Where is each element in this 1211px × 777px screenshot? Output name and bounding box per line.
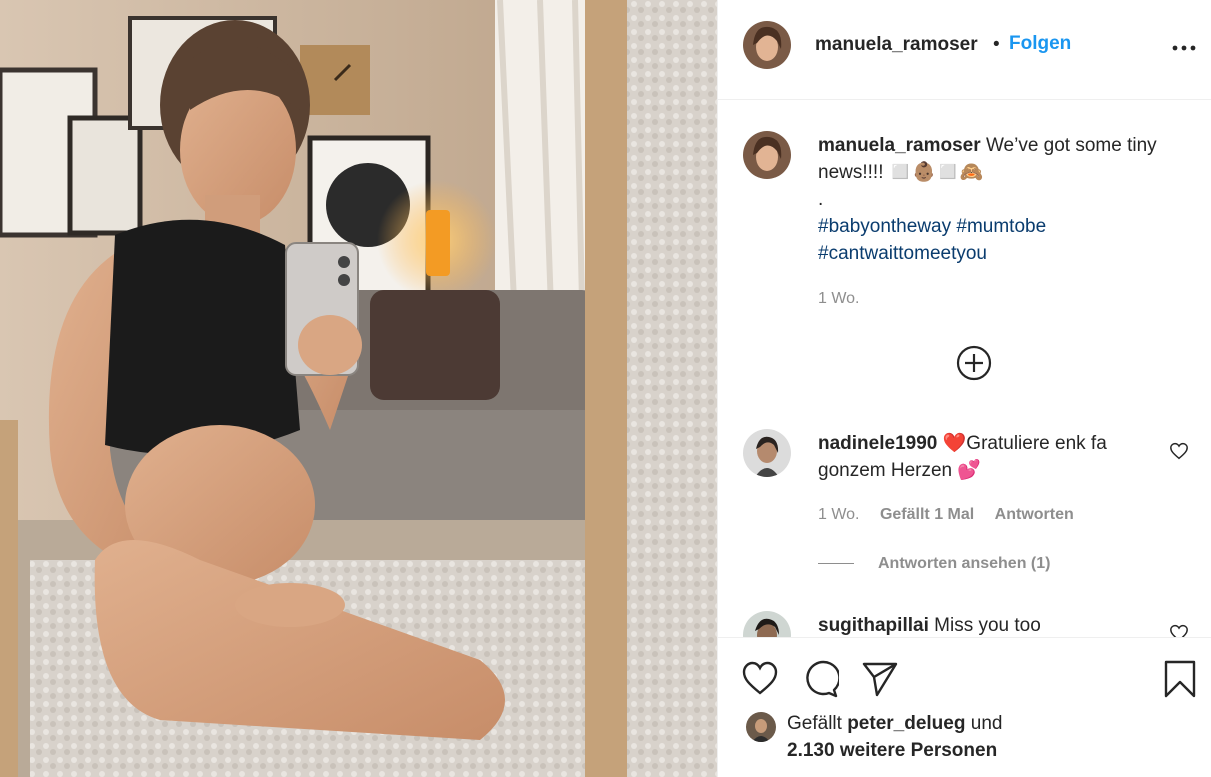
likes-and: und xyxy=(970,713,1003,734)
liker-username[interactable]: peter_delueg xyxy=(847,713,965,734)
view-replies-button[interactable]: Antworten ansehen (1) xyxy=(818,555,1050,573)
comment-icon[interactable] xyxy=(801,660,839,698)
post-header: manuela_ramoser • Folgen xyxy=(718,0,1211,100)
caption-username[interactable]: manuela_ramoser xyxy=(818,135,981,156)
post-photo[interactable] xyxy=(0,0,717,777)
caption-time[interactable]: 1 Wo. xyxy=(818,290,860,308)
follow-button[interactable]: Folgen xyxy=(1009,33,1071,55)
view-replies-label: Antworten ansehen (1) xyxy=(878,555,1051,572)
author-avatar[interactable] xyxy=(743,21,791,69)
red-heart-emoji: ❤️ xyxy=(942,433,967,454)
comments-list[interactable]: manuela_ramoser We’ve got some tiny news… xyxy=(718,100,1211,637)
post-modal: manuela_ramoser • Folgen manuela_ramoser… xyxy=(0,0,1211,777)
hashtag-link[interactable]: #mumtobe xyxy=(956,216,1046,237)
pink-hearts-emoji: 💕 xyxy=(957,460,982,481)
post-sidebar: manuela_ramoser • Folgen manuela_ramoser… xyxy=(717,0,1211,777)
more-horizontal-icon[interactable] xyxy=(1172,44,1196,52)
replies-divider xyxy=(818,563,854,565)
hashtag-link[interactable]: #babyontheway xyxy=(818,216,951,237)
comment-likes[interactable]: Gefällt 1 Mal xyxy=(880,506,974,523)
post-actions: Gefällt peter_delueg und 2.130 weitere P… xyxy=(718,637,1211,777)
caption-dot: . xyxy=(818,189,824,210)
comment-text-block: nadinele1990 ❤️Gratuliere enk fa gonzem … xyxy=(818,430,1178,484)
comment-like-icon[interactable] xyxy=(1169,624,1189,637)
comment-like-icon[interactable] xyxy=(1169,442,1189,460)
comment-meta: 1 Wo. Gefällt 1 Mal Antworten xyxy=(818,506,1090,524)
comment-time[interactable]: 1 Wo. xyxy=(818,506,860,523)
likes-summary: Gefällt peter_delueg und 2.130 weitere P… xyxy=(787,710,1002,764)
commenter-avatar[interactable] xyxy=(743,429,791,477)
caption-avatar[interactable] xyxy=(743,131,791,179)
comment-text-block: sugithapillai Miss you too xyxy=(818,612,1178,637)
comment-text: Miss you too xyxy=(934,615,1041,636)
photo-illustration xyxy=(0,0,717,777)
bookmark-icon[interactable] xyxy=(1161,660,1199,698)
commenter-username[interactable]: sugithapillai xyxy=(818,615,929,636)
plus-circle-icon[interactable] xyxy=(956,345,992,381)
likes-count-link[interactable]: 2.130 weitere Personen xyxy=(787,740,997,761)
commenter-username[interactable]: nadinele1990 xyxy=(818,433,937,454)
liker-avatar[interactable] xyxy=(746,712,776,742)
header-separator: • xyxy=(993,34,1000,55)
reply-button[interactable]: Antworten xyxy=(995,506,1074,523)
commenter-avatar[interactable] xyxy=(743,611,791,637)
caption-text-block: manuela_ramoser We’ve got some tiny news… xyxy=(818,132,1178,267)
likes-prefix: Gefällt xyxy=(787,713,842,734)
paper-plane-icon[interactable] xyxy=(861,660,899,698)
author-username[interactable]: manuela_ramoser xyxy=(815,34,978,56)
caption-emoji: ◻️👶🏽◻️🙈 xyxy=(888,162,984,183)
heart-icon[interactable] xyxy=(741,660,779,698)
hashtag-link[interactable]: #cantwaittomeetyou xyxy=(818,243,987,264)
